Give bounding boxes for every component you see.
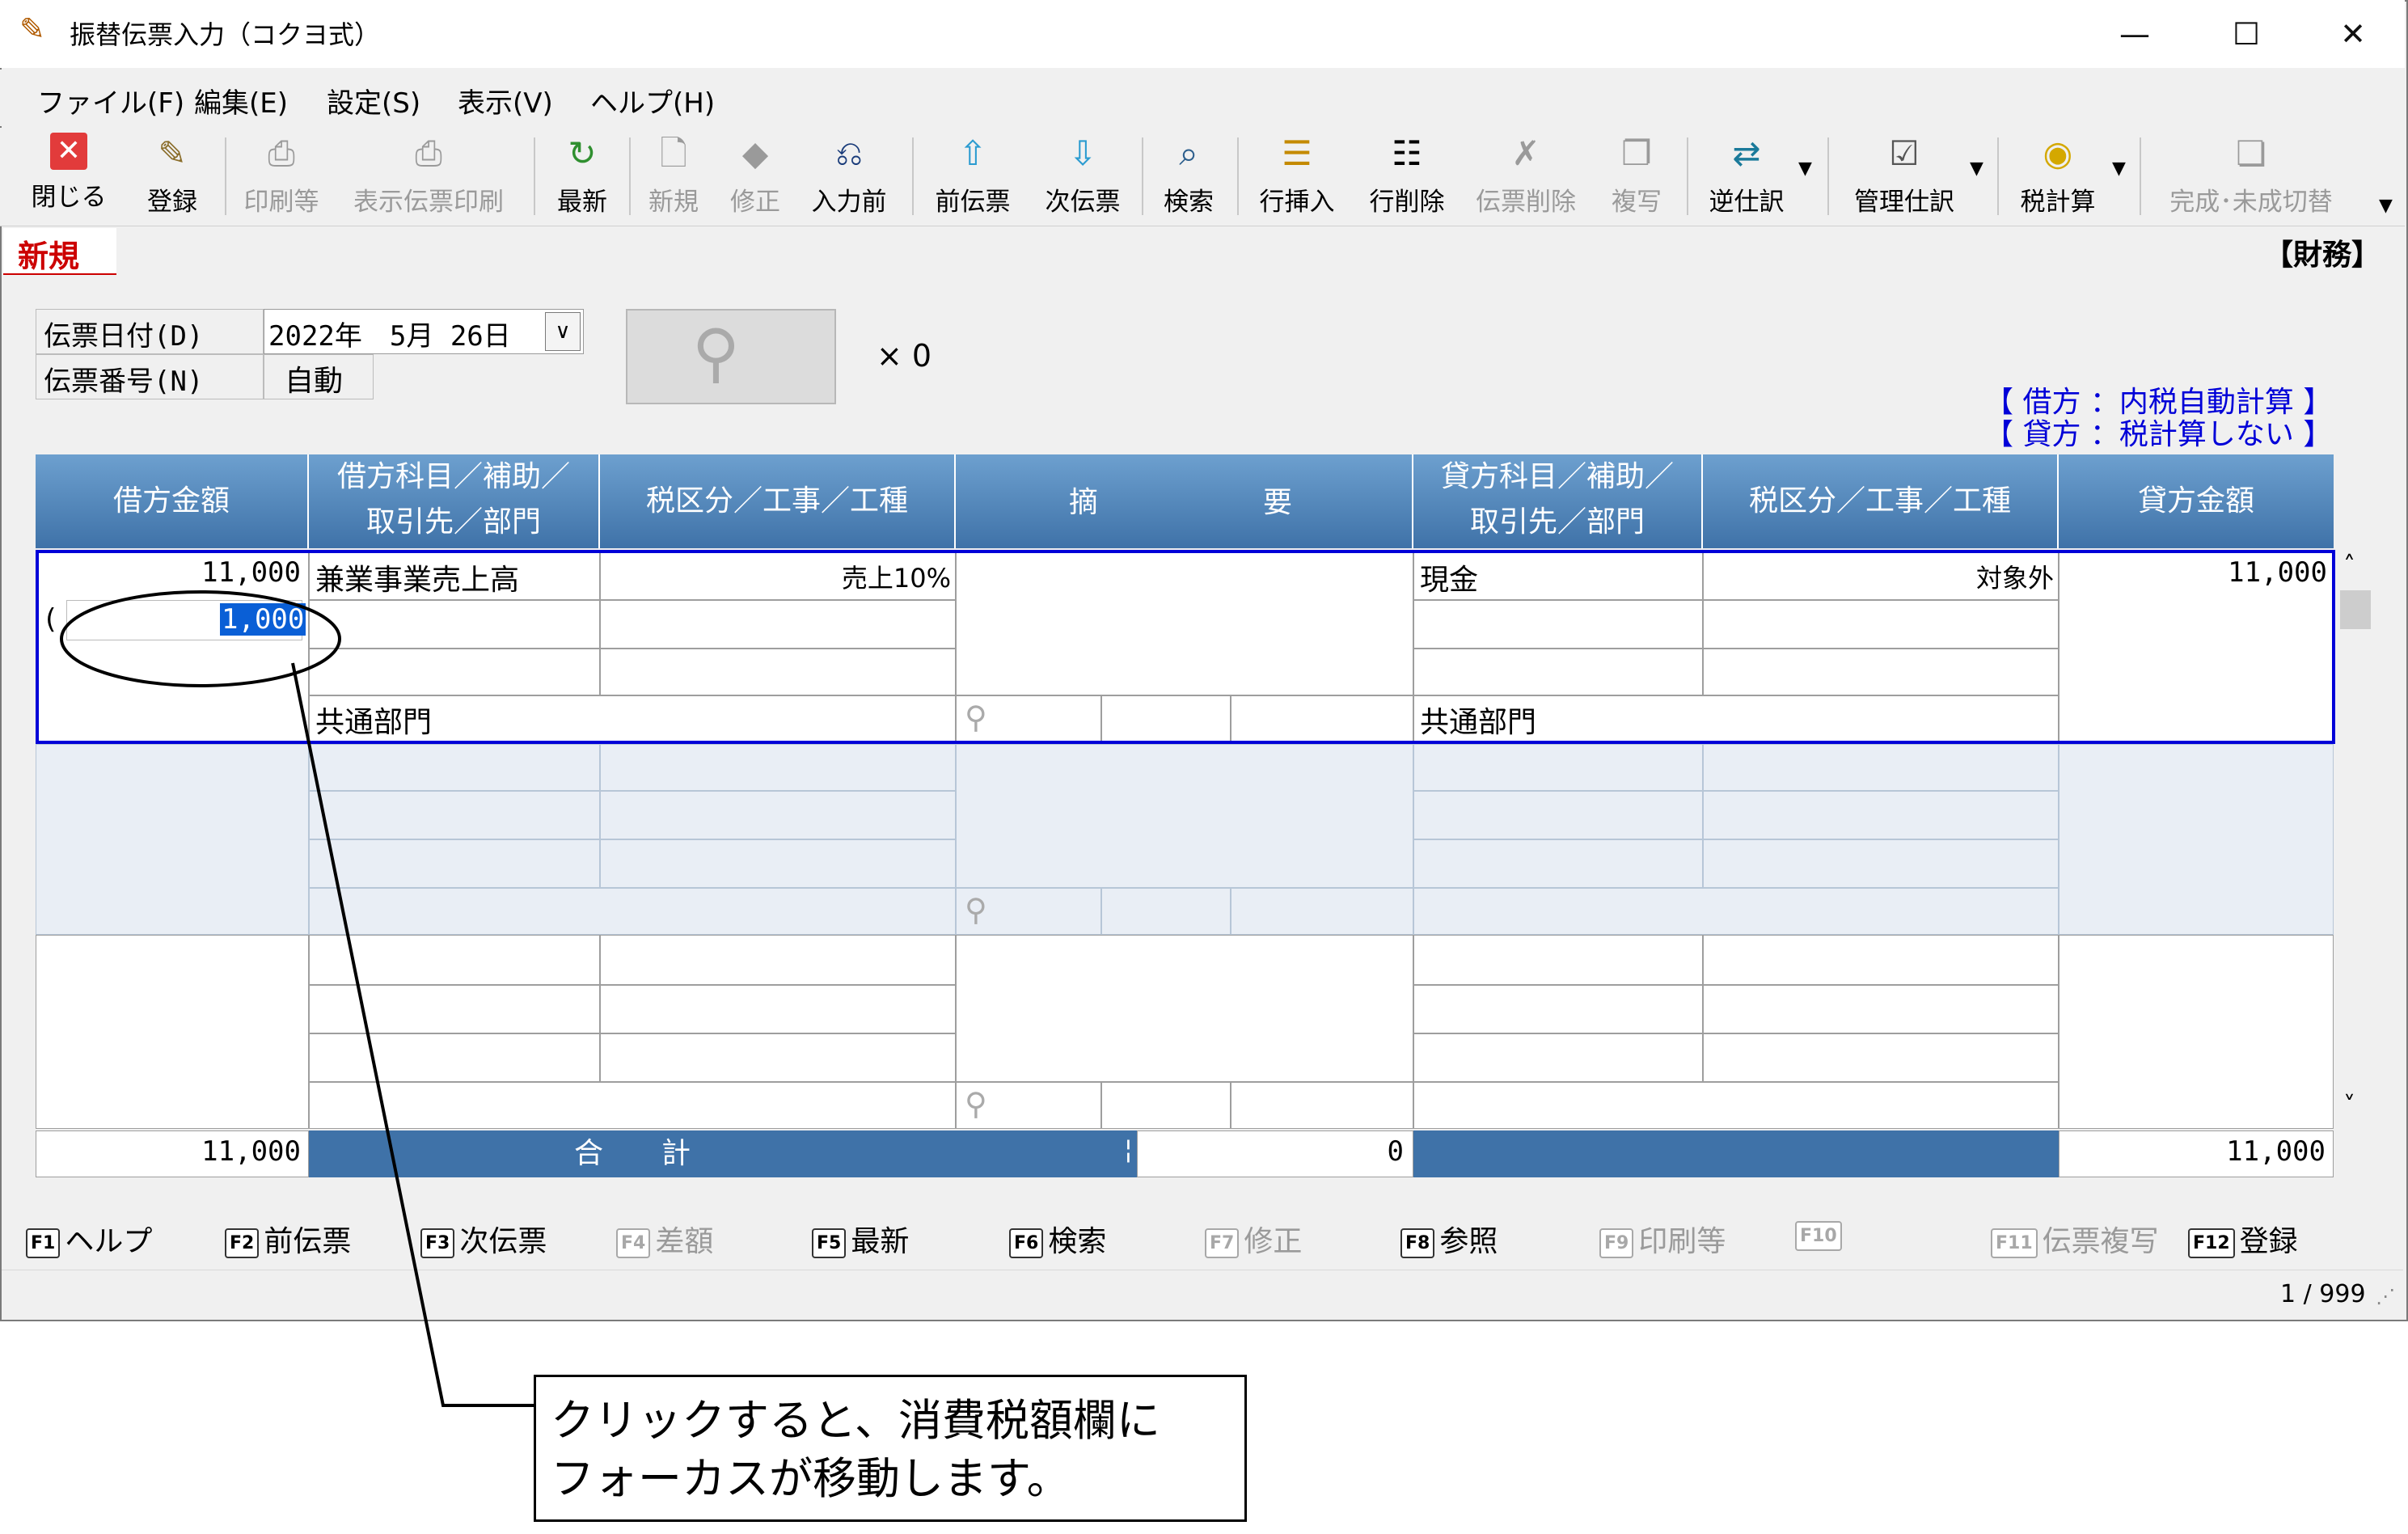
annotation-ellipse — [60, 590, 341, 687]
annotation-leader-line — [291, 662, 534, 1407]
annotation-callout: クリックすると、消費税額欄に フォーカスが移動します。 — [534, 1375, 1247, 1522]
callout-line1: クリックすると、消費税額欄に — [551, 1395, 1160, 1446]
callout-line2: フォーカスが移動します。 — [551, 1453, 1071, 1504]
annotation-overlay — [60, 590, 534, 1407]
